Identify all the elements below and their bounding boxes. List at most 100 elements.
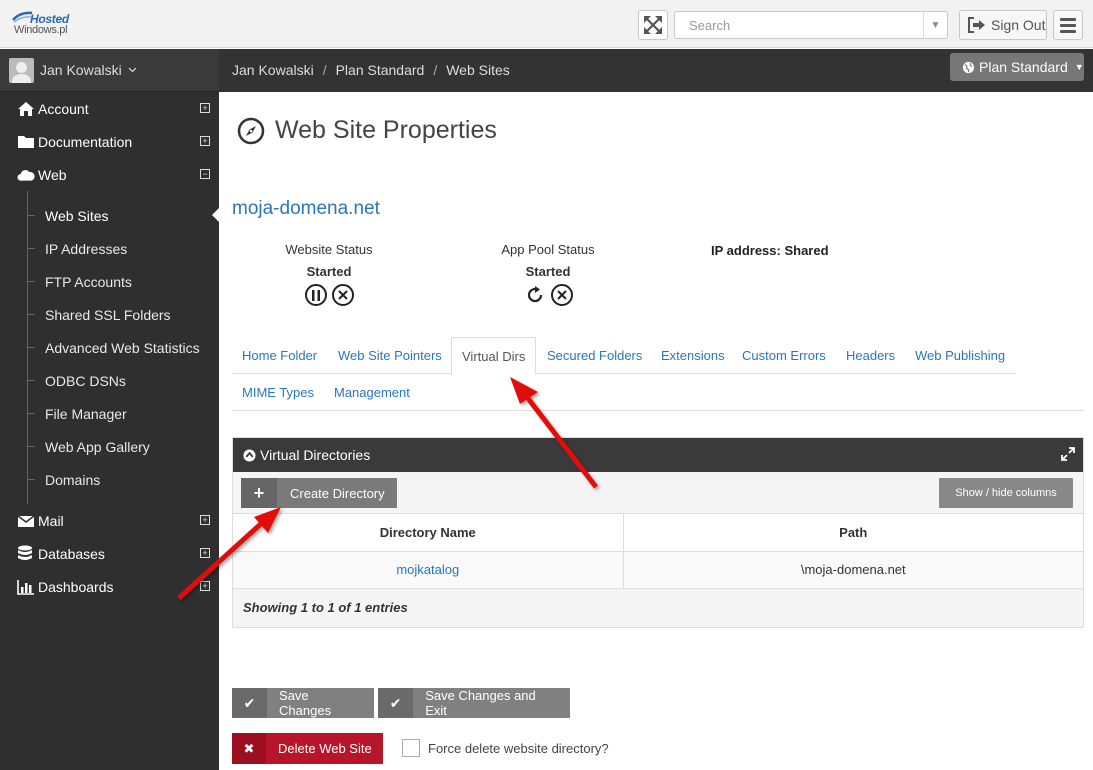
ip-address: IP address: Shared: [711, 243, 829, 258]
sidebar-item-shared-ssl-folders[interactable]: Shared SSL Folders: [0, 298, 219, 331]
panel-toolbar: + Create Directory Show / hide columns: [233, 472, 1083, 514]
pause-icon[interactable]: [304, 284, 327, 306]
expand-icon[interactable]: +: [200, 548, 210, 558]
sidebar-item-account[interactable]: Account +: [0, 92, 219, 125]
tab-management[interactable]: Management: [324, 375, 420, 411]
sidebar-item-advanced-web-statistics[interactable]: Advanced Web Statistics: [0, 331, 219, 364]
save-and-exit-button[interactable]: ✔ Save Changes and Exit: [378, 688, 570, 718]
sidebar-item-web-app-gallery[interactable]: Web App Gallery: [0, 430, 219, 463]
stop-icon[interactable]: [331, 284, 354, 306]
expand-icon[interactable]: +: [200, 103, 210, 113]
delete-web-site-button[interactable]: ✖ Delete Web Site: [232, 733, 383, 764]
plan-selector-label: Plan Standard: [979, 59, 1068, 75]
sidebar-item-label: Mail: [38, 512, 64, 529]
search-dropdown-chevron-icon[interactable]: ▼: [923, 12, 947, 38]
tab-web-publishing[interactable]: Web Publishing: [905, 337, 1015, 374]
tab-extensions[interactable]: Extensions: [651, 337, 735, 374]
sidebar: Jan Kowalski Account + Documentation + W…: [0, 49, 219, 770]
collapse-icon[interactable]: −: [200, 169, 210, 179]
sidebar-item-databases[interactable]: Databases +: [0, 537, 219, 570]
globe-icon: [962, 61, 975, 73]
sidebar-item-label: IP Addresses: [45, 240, 128, 257]
web-submenu: Web Sites IP Addresses FTP Accounts Shar…: [0, 191, 219, 504]
caret-down-icon: ▼: [1074, 62, 1084, 72]
column-header-directory-name[interactable]: Directory Name: [233, 514, 624, 552]
delete-x-icon: ✖: [232, 733, 266, 764]
sidebar-item-label: Account: [38, 100, 89, 117]
hamburger-icon: [1060, 17, 1076, 21]
tab-custom-errors[interactable]: Custom Errors: [732, 337, 836, 374]
sidebar-item-documentation[interactable]: Documentation +: [0, 125, 219, 158]
sidebar-item-label: Web: [38, 166, 67, 183]
user-name: Jan Kowalski: [40, 62, 122, 78]
user-menu[interactable]: Jan Kowalski: [0, 49, 219, 92]
home-icon: [18, 101, 34, 116]
sidebar-item-label: Databases: [38, 545, 105, 562]
collapse-circle-up-icon[interactable]: [243, 448, 256, 462]
fullscreen-button[interactable]: [638, 10, 668, 40]
create-directory-button[interactable]: + Create Directory: [241, 478, 397, 508]
page-title: Web Site Properties: [237, 116, 497, 145]
table-row: mojkatalog \moja-domena.net: [233, 551, 1083, 589]
tabs-row-2: MIME Types Management: [232, 375, 1084, 411]
sign-out-icon: [968, 17, 985, 33]
sign-out-button[interactable]: Sign Out: [959, 10, 1047, 40]
sidebar-item-mail[interactable]: Mail +: [0, 504, 219, 537]
save-and-exit-label: Save Changes and Exit: [425, 688, 536, 718]
logo[interactable]: Hosted Windows.pl: [12, 10, 76, 40]
domain-name: moja-domena.net: [232, 198, 380, 219]
search-input[interactable]: [675, 12, 923, 38]
show-hide-columns-button[interactable]: Show / hide columns: [939, 478, 1073, 508]
checkmark-icon: ✔: [378, 688, 414, 718]
force-delete-label: Force delete website directory?: [428, 740, 609, 756]
breadcrumb-bar: Jan Kowalski / Plan Standard / Web Sites…: [219, 49, 1093, 92]
table-cell-path: \moja-domena.net: [623, 551, 1083, 589]
tab-web-site-pointers[interactable]: Web Site Pointers: [328, 337, 452, 374]
folder-icon: [18, 136, 34, 148]
compass-icon: [237, 117, 265, 144]
expand-icon[interactable]: +: [200, 136, 210, 146]
fullscreen-icon[interactable]: [1061, 447, 1075, 461]
website-status: Website Status Started: [277, 242, 381, 306]
force-delete-checkbox[interactable]: [402, 739, 420, 757]
directory-link[interactable]: mojkatalog: [396, 562, 459, 577]
sidebar-item-file-manager[interactable]: File Manager: [0, 397, 219, 430]
plan-selector-button[interactable]: Plan Standard ▼: [950, 53, 1084, 81]
sidebar-item-web-sites[interactable]: Web Sites: [0, 199, 219, 232]
sidebar-item-ip-addresses[interactable]: IP Addresses: [0, 232, 219, 265]
breadcrumb-plan[interactable]: Plan Standard: [336, 62, 425, 78]
tab-virtual-dirs[interactable]: Virtual Dirs: [451, 337, 537, 375]
save-changes-button[interactable]: ✔ Save Changes: [232, 688, 374, 718]
bar-chart-icon: [17, 579, 34, 595]
expand-icon[interactable]: +: [200, 515, 210, 525]
hamburger-menu-button[interactable]: [1053, 10, 1083, 40]
sidebar-item-label: Advanced Web Statistics: [45, 339, 200, 356]
sidebar-item-odbc-dsns[interactable]: ODBC DSNs: [0, 364, 219, 397]
column-header-path[interactable]: Path: [623, 514, 1083, 552]
tab-headers[interactable]: Headers: [836, 337, 905, 374]
breadcrumb: Jan Kowalski / Plan Standard / Web Sites: [232, 62, 510, 78]
breadcrumb-current: Web Sites: [446, 62, 510, 78]
sidebar-item-ftp-accounts[interactable]: FTP Accounts: [0, 265, 219, 298]
sidebar-item-domains[interactable]: Domains: [0, 463, 219, 496]
tab-home-folder[interactable]: Home Folder: [232, 337, 327, 374]
tab-mime-types[interactable]: MIME Types: [232, 375, 324, 411]
sidebar-item-web[interactable]: Web −: [0, 158, 219, 191]
app-pool-status: App Pool Status Started: [496, 242, 600, 306]
stop-icon[interactable]: [550, 284, 573, 306]
sidebar-item-label: Web App Gallery: [45, 438, 150, 455]
sidebar-item-label: File Manager: [45, 405, 127, 422]
breadcrumb-separator: /: [322, 62, 327, 78]
delete-web-site-label: Delete Web Site: [278, 741, 372, 756]
main-content: Web Site Properties moja-domena.net Webs…: [219, 92, 1093, 770]
expand-arrows-icon: [644, 16, 662, 34]
sidebar-item-dashboards[interactable]: Dashboards +: [0, 570, 219, 603]
cloud-icon: [17, 169, 35, 181]
recycle-icon[interactable]: [524, 284, 546, 306]
chevron-down-icon: [128, 67, 137, 73]
tab-secured-folders[interactable]: Secured Folders: [537, 337, 652, 374]
expand-icon[interactable]: +: [200, 581, 210, 591]
breadcrumb-user[interactable]: Jan Kowalski: [232, 62, 314, 78]
sidebar-item-label: Documentation: [38, 133, 133, 150]
website-status-value: Started: [306, 264, 352, 279]
